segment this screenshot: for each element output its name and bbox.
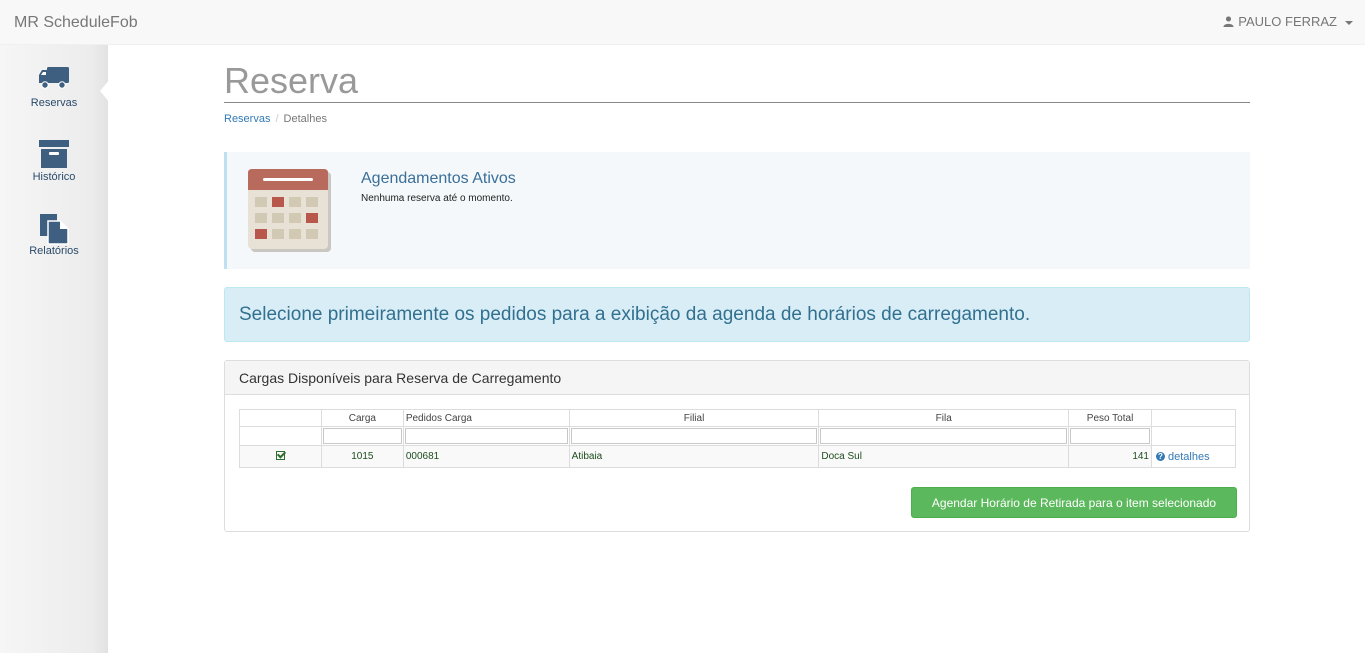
filter-pedidos-input[interactable]: [404, 428, 568, 444]
user-menu[interactable]: PAULO FERRAZ: [1223, 14, 1353, 29]
sidebar-item-reservas[interactable]: Reservas: [0, 45, 108, 119]
page-title: Reserva: [224, 60, 359, 101]
filter-filial-input[interactable]: [570, 428, 818, 444]
column-header-pedidos[interactable]: Pedidos Carga: [402, 409, 570, 427]
breadcrumb: Reservas / Detalhes: [224, 113, 327, 125]
user-name: PAULO FERRAZ: [1238, 14, 1337, 29]
schedule-pickup-button[interactable]: Agendar Horário de Retirada para o item …: [911, 487, 1237, 518]
sidebar: Reservas Histórico Relatórios: [0, 45, 110, 653]
sidebar-item-label: Reservas: [30, 97, 78, 109]
cell-actions: ? detalhes: [1151, 445, 1236, 468]
breadcrumb-separator: /: [275, 113, 279, 125]
filter-fila-input[interactable]: [820, 428, 1068, 444]
cell-carga: 1015: [320, 445, 404, 468]
column-header-peso[interactable]: Peso Total: [1068, 409, 1152, 427]
calendar-icon: [248, 169, 331, 252]
cell-fila: Doca Sul: [818, 445, 1070, 468]
column-header-fila[interactable]: Fila: [818, 409, 1070, 427]
filter-cell-pedidos: [402, 426, 570, 446]
active-schedules-panel: Agendamentos Ativos Nenhuma reserva até …: [224, 152, 1250, 269]
active-schedules-subtitle: Nenhuma reserva até o momento.: [361, 193, 513, 204]
breadcrumb-link-reservas[interactable]: Reservas: [224, 113, 270, 125]
sidebar-item-label: Relatórios: [29, 245, 79, 257]
checkbox-checked-icon[interactable]: [275, 450, 285, 460]
question-circle-icon: ?: [1156, 452, 1165, 461]
filter-cell-fila: [818, 426, 1070, 446]
cargas-panel: Cargas Disponíveis para Reserva de Carre…: [224, 360, 1250, 532]
info-alert: Selecione primeiramente os pedidos para …: [224, 287, 1250, 342]
active-indicator: [100, 79, 110, 103]
column-header-filial[interactable]: Filial: [568, 409, 820, 427]
column-header-select: [239, 409, 322, 427]
filter-cell-empty: [239, 426, 322, 446]
details-link-label: detalhes: [1168, 450, 1210, 463]
filter-cell-carga: [320, 426, 404, 446]
filter-cell-peso: [1068, 426, 1152, 446]
column-header-actions: [1151, 409, 1236, 427]
sidebar-item-relatorios[interactable]: Relatórios: [0, 193, 108, 267]
user-icon: [1223, 16, 1234, 27]
cargas-table: Carga Pedidos Carga Filial Fila Peso Tot…: [239, 409, 1236, 468]
cell-pedidos: 000681: [402, 445, 570, 468]
breadcrumb-current: Detalhes: [283, 113, 327, 125]
truck-icon: [39, 67, 69, 89]
documents-icon: [40, 214, 69, 245]
cargas-panel-title: Cargas Disponíveis para Reserva de Carre…: [225, 361, 1249, 395]
title-divider: [224, 102, 1250, 103]
cell-peso: 141: [1068, 445, 1152, 468]
info-alert-text: Selecione primeiramente os pedidos para …: [239, 304, 1031, 325]
sidebar-item-label: Histórico: [32, 171, 76, 183]
cell-filial: Atibaia: [568, 445, 820, 468]
filter-cell-empty: [1151, 426, 1236, 446]
archive-box-icon: [39, 140, 69, 168]
table-row[interactable]: 1015 000681 Atibaia Doca Sul 141 ? detal…: [239, 445, 1236, 468]
row-select-cell[interactable]: [239, 445, 322, 468]
sidebar-item-historico[interactable]: Histórico: [0, 119, 108, 193]
column-header-carga[interactable]: Carga: [320, 409, 404, 427]
details-link[interactable]: ? detalhes: [1152, 451, 1210, 463]
filter-row: [239, 426, 1236, 446]
table-header-row: Carga Pedidos Carga Filial Fila Peso Tot…: [239, 409, 1236, 427]
app-brand[interactable]: MR ScheduleFob: [14, 14, 138, 32]
top-navbar: MR ScheduleFob PAULO FERRAZ: [0, 0, 1365, 45]
caret-down-icon: [1345, 20, 1353, 25]
filter-peso-input[interactable]: [1070, 428, 1150, 444]
active-schedules-title: Agendamentos Ativos: [361, 170, 516, 187]
filter-carga-input[interactable]: [322, 428, 402, 444]
filter-cell-filial: [568, 426, 820, 446]
